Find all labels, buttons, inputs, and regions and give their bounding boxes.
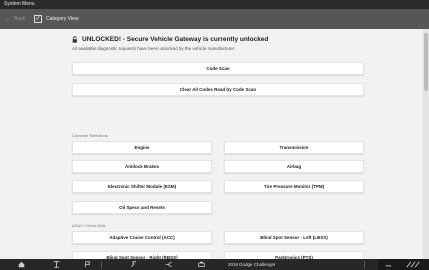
engine-button[interactable]: Engine xyxy=(72,141,212,154)
bottom-bar: 2016 Dodge Challenger xyxy=(0,259,429,270)
gateway-status: UNLOCKED! - Secure Vehicle Gateway is cu… xyxy=(72,36,268,43)
wave-icon[interactable] xyxy=(402,261,424,268)
electronic-shifter-module-button[interactable]: Electronic Shifter Module (ESM) xyxy=(72,180,212,193)
gateway-status-subtitle: All available diagnostic requests have b… xyxy=(72,46,236,51)
blind-spot-sensor-left-button[interactable]: Blind Spot Sensor - Left (LBSS) xyxy=(224,231,364,244)
tire-pressure-monitor-button[interactable]: Tire Pressure Monitor (TPM) xyxy=(224,180,364,193)
transmission-button[interactable]: Transmission xyxy=(224,141,364,154)
back-label: Back xyxy=(14,16,26,22)
oil-specs-and-resets-button[interactable]: Oil Specs and Resets xyxy=(72,201,212,214)
gateway-status-title: UNLOCKED! - Secure Vehicle Gateway is cu… xyxy=(82,36,269,43)
ignition-icon[interactable] xyxy=(164,261,173,268)
vehicle-label: 2016 Dodge Challenger xyxy=(228,262,276,267)
window-title: System Menu xyxy=(4,1,35,7)
clear-all-codes-button[interactable]: Clear All Codes Read by Code Scan xyxy=(72,83,364,96)
adaptive-cruise-control-button[interactable]: Adaptive Cruise Control (ACC) xyxy=(72,231,212,244)
back-arrow-icon: ← xyxy=(4,15,11,23)
category-view-label[interactable]: Category View xyxy=(46,16,78,22)
flag-icon[interactable] xyxy=(83,261,91,268)
main-content: UNLOCKED! - Secure Vehicle Gateway is cu… xyxy=(0,29,429,259)
scrollbar-thumb[interactable] xyxy=(424,33,428,91)
menu-icon[interactable] xyxy=(384,261,392,268)
vertical-scrollbar[interactable] xyxy=(423,29,429,259)
bottom-bar-tail xyxy=(378,259,429,270)
separator xyxy=(101,261,102,268)
home-icon[interactable] xyxy=(17,261,25,268)
common-selections-heading: Common Selections xyxy=(72,133,108,138)
category-view-checkbox[interactable]: ✓ xyxy=(34,15,42,23)
toolbar: ← Back ✓ Category View xyxy=(0,9,429,29)
blind-spot-sensor-right-button[interactable]: Blind Spot Sensor - Right (RBSS) xyxy=(72,251,212,259)
code-scan-button[interactable]: Code Scan xyxy=(72,62,364,75)
adas-heading: ADAS / Driver Aids xyxy=(72,223,106,228)
parktronics-button[interactable]: Parktronics (PTS) xyxy=(224,251,364,259)
airbag-button[interactable]: Airbag xyxy=(224,160,364,173)
antilock-brakes-button[interactable]: Antilock Brakes xyxy=(72,160,212,173)
scope-icon[interactable] xyxy=(52,261,60,268)
wrench-icon[interactable] xyxy=(129,261,137,268)
print-icon[interactable] xyxy=(197,261,205,268)
window-title-bar: System Menu xyxy=(0,0,429,9)
separator xyxy=(364,261,365,268)
back-button[interactable]: ← Back xyxy=(0,16,34,23)
unlocked-padlock-icon xyxy=(72,36,77,43)
